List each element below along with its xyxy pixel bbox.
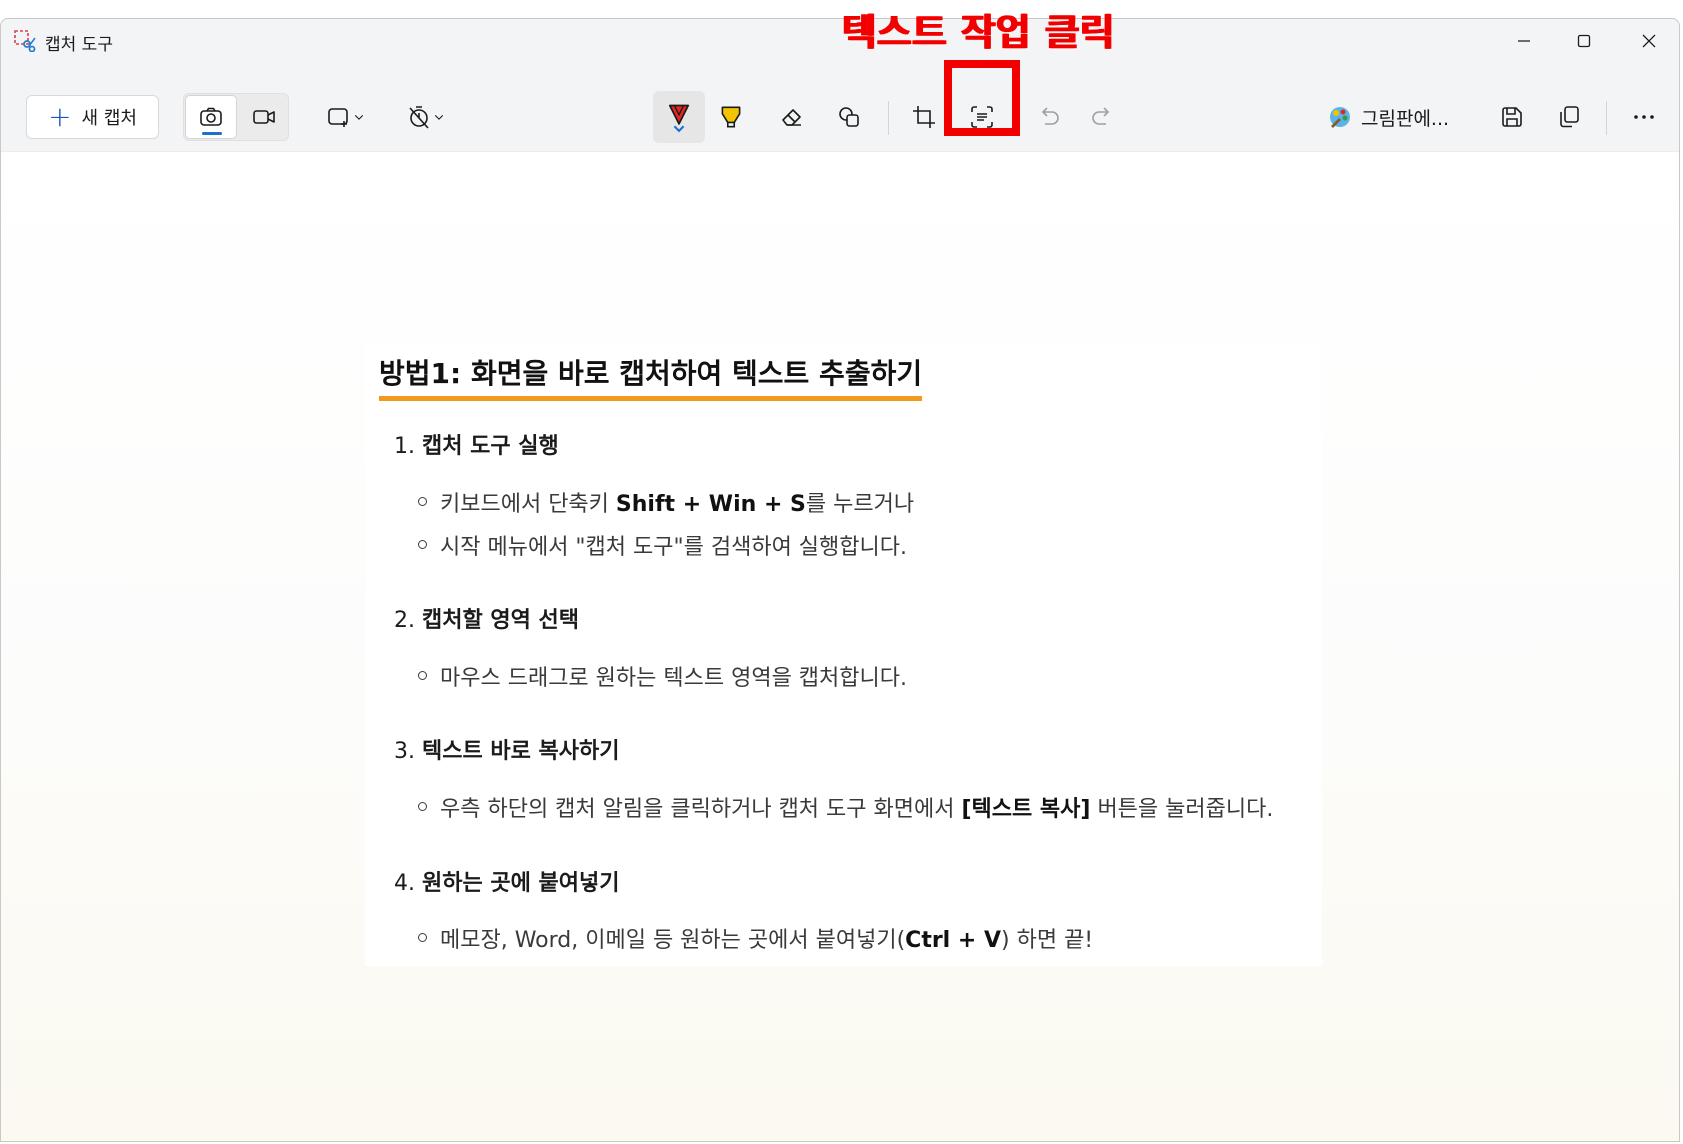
save-button[interactable] <box>1487 95 1537 139</box>
copy-button[interactable] <box>1544 95 1594 139</box>
close-icon <box>1642 34 1656 48</box>
rectangle-snip-icon <box>328 108 348 127</box>
step-number: 2. <box>394 608 415 633</box>
document-title: 방법1: 화면을 바로 캡처하여 텍스트 추출하기 <box>379 352 923 401</box>
bullet-text: ) 하면 끝! <box>1001 928 1094 953</box>
bullet-text: 우측 하단의 캡처 알림을 클릭하거나 캡처 도구 화면에서 <box>440 797 962 822</box>
chevron-down-icon <box>434 115 444 120</box>
crop-button[interactable] <box>899 95 949 139</box>
bullet-text: 키보드에서 단축키 <box>440 492 616 517</box>
copy-icon <box>1560 106 1579 128</box>
close-button[interactable] <box>1621 23 1677 59</box>
highlighter-button[interactable] <box>706 95 756 139</box>
no-timer-icon <box>409 106 429 129</box>
window-title: 캡처 도구 <box>45 35 113 55</box>
bullet-item: 마우스 드래그로 원하는 텍스트 영역을 캡처합니다. <box>417 660 908 692</box>
step-number: 3. <box>394 739 415 764</box>
step-item: 2. 캡처할 영역 선택 <box>394 602 579 634</box>
redo-button[interactable] <box>1076 95 1126 139</box>
new-capture-label: 새 캡처 <box>81 108 137 129</box>
maximize-button[interactable] <box>1556 23 1612 59</box>
highlight-box <box>944 60 1020 136</box>
shapes-button[interactable] <box>824 95 874 139</box>
minimize-icon <box>1518 40 1530 42</box>
bullet-item: 키보드에서 단축키 Shift + Win + S를 누르거나 <box>417 486 915 518</box>
selected-indicator <box>202 132 222 135</box>
bullet-item: 우측 하단의 캡처 알림을 클릭하거나 캡처 도구 화면에서 [텍스트 복사] … <box>417 791 1274 823</box>
maximize-icon <box>1577 34 1591 48</box>
open-in-paint-button[interactable]: 그림판에... <box>1327 95 1477 139</box>
new-capture-button[interactable]: + 새 캡처 <box>26 95 159 139</box>
bullet-text: 메모장, Word, 이메일 등 원하는 곳에서 붙여넣기( <box>440 928 906 953</box>
snipping-tool-window: 캡처 도구 + 새 캡처 그림판에... 방법1: 화면을 바로 캡처하여 텍스… <box>0 18 1680 1142</box>
shortcut-text: Ctrl + V <box>905 928 1002 953</box>
bullet-text: 시작 메뉴에서 "캡처 도구"를 검색하여 실행합니다. <box>440 535 907 560</box>
more-icon <box>1634 115 1654 119</box>
bullet-item: 시작 메뉴에서 "캡처 도구"를 검색하여 실행합니다. <box>418 529 907 561</box>
button-name-text: [텍스트 복사] <box>961 797 1091 822</box>
eraser-icon <box>782 109 801 126</box>
highlighter-icon <box>721 106 741 128</box>
step-title: 텍스트 바로 복사하기 <box>422 739 620 764</box>
capture-canvas: 방법1: 화면을 바로 캡처하여 텍스트 추출하기 1. 캡처 도구 실행 키보… <box>1 151 1679 1141</box>
camera-icon <box>200 107 222 126</box>
delay-timer-dropdown[interactable] <box>397 95 455 139</box>
step-number: 4. <box>394 871 415 896</box>
red-pen-icon <box>668 104 690 133</box>
step-title: 캡처할 영역 선택 <box>422 608 579 633</box>
annotation-callout: 텍스트 작업 클릭 <box>842 11 1116 54</box>
more-options-button[interactable] <box>1619 95 1669 139</box>
shortcut-text: Shift + Win + S <box>615 492 806 517</box>
crop-icon <box>913 106 935 128</box>
undo-button[interactable] <box>1025 95 1075 139</box>
step-item: 1. 캡처 도구 실행 <box>394 428 559 460</box>
title-bar: 캡처 도구 <box>1 19 1679 63</box>
bullet-item: 메모장, Word, 이메일 등 원하는 곳에서 붙여넣기(Ctrl + V) … <box>417 922 1094 954</box>
ballpoint-pen-button[interactable] <box>653 91 705 143</box>
toolbar: + 새 캡처 그림판에... <box>1 63 1679 151</box>
toolbar-divider <box>1606 101 1607 135</box>
minimize-button[interactable] <box>1496 23 1552 59</box>
video-camera-icon <box>253 110 275 124</box>
captured-image: 방법1: 화면을 바로 캡처하여 텍스트 추출하기 1. 캡처 도구 실행 키보… <box>365 344 1322 966</box>
save-icon <box>1502 107 1522 127</box>
eraser-button[interactable] <box>767 95 817 139</box>
undo-icon <box>1041 107 1059 125</box>
step-item: 4. 원하는 곳에 붙여넣기 <box>394 865 619 897</box>
plus-icon: + <box>48 100 72 133</box>
bullet-text: 를 누르거나 <box>805 492 915 517</box>
bullet-text: 버튼을 눌러줍니다. <box>1090 797 1274 822</box>
record-mode-button[interactable] <box>239 95 289 139</box>
screenshot-mode-button[interactable] <box>185 95 237 139</box>
toolbar-divider <box>888 101 889 135</box>
step-title: 원하는 곳에 붙여넣기 <box>422 871 620 896</box>
chevron-down-icon <box>354 115 364 120</box>
paint-app-icon <box>1330 107 1350 128</box>
bullet-text: 마우스 드래그로 원하는 텍스트 영역을 캡처합니다. <box>440 666 908 691</box>
step-number: 1. <box>394 434 415 459</box>
step-title: 캡처 도구 실행 <box>422 434 559 459</box>
snip-shape-dropdown[interactable] <box>317 95 375 139</box>
step-item: 3. 텍스트 바로 복사하기 <box>394 733 619 765</box>
shapes-icon <box>839 107 859 127</box>
redo-icon <box>1092 107 1110 125</box>
snipping-tool-app-icon <box>14 30 36 52</box>
open-in-paint-label: 그림판에... <box>1361 107 1450 130</box>
